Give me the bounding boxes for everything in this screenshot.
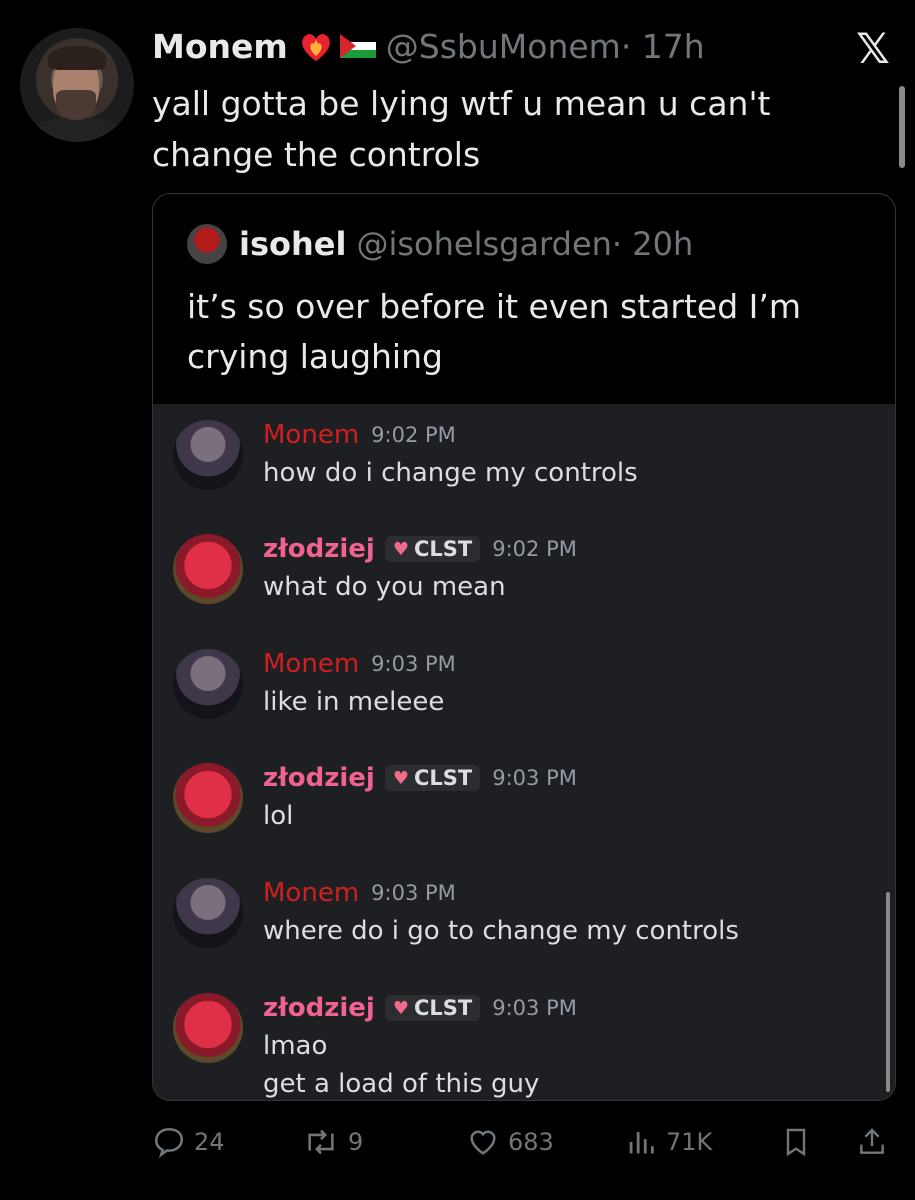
message-text: like in meleee <box>263 687 445 717</box>
repost-button[interactable]: 9 <box>302 1120 363 1164</box>
author-handle[interactable]: @SsbuMonem <box>386 27 621 66</box>
clan-tag: ♥ CLST <box>384 765 481 791</box>
user-avatar <box>173 763 243 833</box>
x-logo-icon[interactable]: 𝕏 <box>856 24 890 73</box>
clan-tag: ♥ CLST <box>384 536 481 562</box>
quoted-tweet[interactable]: isohel @isohelsgarden · 20h it’s so over… <box>152 193 896 1101</box>
quote-text: it’s so over before it even started I’m … <box>187 287 802 376</box>
clan-tag-label: CLST <box>414 996 473 1020</box>
avatar-beard <box>56 90 96 120</box>
message-time: 9:03 PM <box>371 652 456 676</box>
message-text: where do i go to change my controls <box>263 916 739 946</box>
like-button[interactable]: 683 <box>466 1120 554 1164</box>
share-icon <box>860 1128 884 1154</box>
clan-tag-label: CLST <box>414 537 473 561</box>
heart-icon: ♥ <box>392 538 409 560</box>
message-time: 9:02 PM <box>492 537 577 561</box>
discord-screenshot[interactable]: Monem 9:02 PM how do i change my control… <box>153 404 895 1100</box>
heart-icon: ♥ <box>392 767 409 789</box>
quote-handle: @isohelsgarden <box>356 225 612 263</box>
view-count: 71K <box>666 1128 713 1156</box>
message-text: what do you mean <box>263 572 506 602</box>
views-button[interactable]: 71K <box>624 1120 712 1164</box>
repost-count: 9 <box>348 1128 364 1156</box>
reply-icon <box>154 1127 184 1159</box>
message-text: how do i change my controls <box>263 458 638 488</box>
analytics-icon <box>629 1132 654 1154</box>
quote-avatar[interactable] <box>187 224 227 264</box>
heart-icon <box>470 1130 496 1155</box>
quote-author-name: isohel <box>239 225 347 263</box>
reply-button[interactable]: 24 <box>152 1120 225 1164</box>
avatar-hair <box>48 46 106 70</box>
user-avatar <box>173 649 243 719</box>
message-time: 9:03 PM <box>492 996 577 1020</box>
username: złodziej <box>263 534 375 564</box>
tweet-actions: 24 9 683 71K <box>0 1120 915 1164</box>
heart-icon: ♥ <box>392 997 409 1019</box>
username: Monem <box>263 649 360 679</box>
tweet-header: Monem @SsbuMonem · 17h <box>152 22 705 70</box>
message-text: lol <box>263 801 294 831</box>
share-button[interactable] <box>856 1120 896 1164</box>
bookmark-button[interactable] <box>780 1120 820 1164</box>
username: Monem <box>263 878 360 908</box>
page-scrollbar[interactable] <box>899 86 905 168</box>
user-avatar <box>173 993 243 1063</box>
username: złodziej <box>263 763 375 793</box>
clan-tag-label: CLST <box>414 766 473 790</box>
message-meta: Monem 9:03 PM <box>263 649 456 679</box>
repost-icon <box>308 1129 334 1155</box>
user-avatar <box>173 420 243 490</box>
message-meta: złodziej ♥ CLST 9:03 PM <box>263 993 577 1023</box>
message-meta: złodziej ♥ CLST 9:02 PM <box>263 534 577 564</box>
message-meta: Monem 9:02 PM <box>263 420 456 450</box>
message-time: 9:03 PM <box>492 766 577 790</box>
reply-count: 24 <box>194 1128 225 1156</box>
message-meta: złodziej ♥ CLST 9:03 PM <box>263 763 577 793</box>
quote-header: isohel @isohelsgarden · 20h <box>187 224 693 264</box>
username: Monem <box>263 420 360 450</box>
author-name[interactable]: Monem <box>152 27 288 66</box>
quote-time: · 20h <box>611 225 694 263</box>
message-time: 9:03 PM <box>371 881 456 905</box>
message-text-continued: get a load of this guy <box>263 1069 540 1099</box>
author-avatar[interactable] <box>20 28 134 142</box>
heart-on-fire-icon <box>301 34 330 61</box>
tweet-text: yall gotta be lying wtf u mean u can't c… <box>152 84 771 174</box>
profile-badges <box>298 29 376 63</box>
bookmark-icon <box>786 1128 806 1157</box>
username: złodziej <box>263 993 375 1023</box>
user-avatar <box>173 878 243 948</box>
message-text: lmao <box>263 1031 328 1061</box>
chat-scrollbar[interactable] <box>886 892 890 1092</box>
message-meta: Monem 9:03 PM <box>263 878 456 908</box>
tweet-time[interactable]: · 17h <box>621 27 705 66</box>
clan-tag: ♥ CLST <box>384 995 481 1021</box>
avatar-shirt <box>30 118 124 142</box>
user-avatar <box>173 534 243 604</box>
like-count: 683 <box>508 1128 554 1156</box>
message-time: 9:02 PM <box>371 423 456 447</box>
palestine-flag-icon <box>339 34 376 58</box>
